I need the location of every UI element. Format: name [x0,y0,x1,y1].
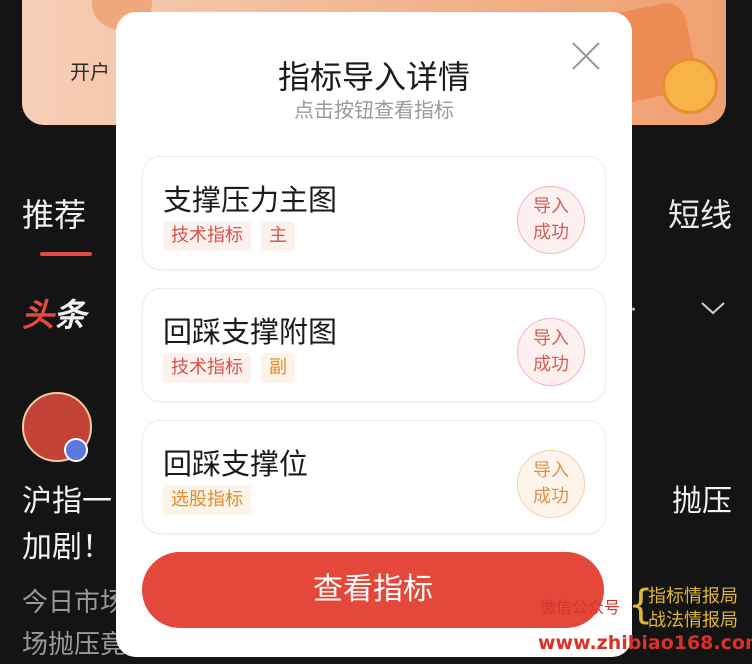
stamp-line1: 导入 [533,460,569,481]
stamp-line2: 成功 [533,354,569,375]
news-title-line2: 加剧！ [22,530,112,565]
coin-icon [662,58,718,114]
news-title-left: 沪指一 [22,484,112,519]
indicator-name: 支撑压力主图 [163,183,338,217]
tag-type: 选股指标 [163,485,251,515]
watermark-line2: 战法情报局 [648,610,738,631]
stamp-line1: 导入 [533,328,569,349]
tag-kind: 副 [261,353,295,383]
tag-type: 技术指标 [163,221,251,251]
banner-text: 开户 [70,60,110,84]
indicator-name: 回踩支撑位 [163,447,309,481]
watermark-wechat: 微信公众号 [540,598,621,617]
headline-logo-part2: 条 [54,296,87,334]
import-success-stamp: 导入 成功 [517,450,585,518]
stamp-line1: 导入 [533,196,569,217]
import-details-modal: 指标导入详情 点击按钮查看指标 支撑压力主图 技术指标 主 导入 成功 回踩支撑… [116,12,632,657]
indicator-name: 回踩支撑附图 [163,315,338,349]
modal-subtitle: 点击按钮查看指标 [294,98,454,122]
news-sub-line1: 今日市场 [22,588,127,618]
watermark-url: www.zhibiao168.com [538,632,752,654]
tag-type: 技术指标 [163,353,251,383]
chevron-down-icon[interactable] [700,297,726,322]
import-success-stamp: 导入 成功 [517,318,585,386]
headline-logo-part1: 头 [22,296,55,334]
tag-kind: 主 [261,221,295,251]
indicator-card[interactable]: 支撑压力主图 技术指标 主 导入 成功 [142,156,606,270]
import-success-stamp: 导入 成功 [517,186,585,254]
indicator-card[interactable]: 回踩支撑位 选股指标 导入 成功 [142,420,606,534]
stamp-line2: 成功 [533,222,569,243]
avatar-badge-icon [64,438,88,462]
tab-active-indicator [40,252,92,256]
tab-recommend[interactable]: 推荐 [22,190,86,236]
news-title-right: 抛压 [672,484,732,519]
modal-title: 指标导入详情 [277,58,470,96]
close-icon[interactable] [568,38,604,74]
stamp-line2: 成功 [533,486,569,507]
view-indicators-button[interactable]: 查看指标 [142,552,604,628]
headline-logo[interactable]: 头条 [22,290,86,336]
watermark-line1: 指标情报局 [648,586,738,607]
tab-short[interactable]: 短线 [668,190,732,236]
indicator-card[interactable]: 回踩支撑附图 技术指标 副 导入 成功 [142,288,606,402]
